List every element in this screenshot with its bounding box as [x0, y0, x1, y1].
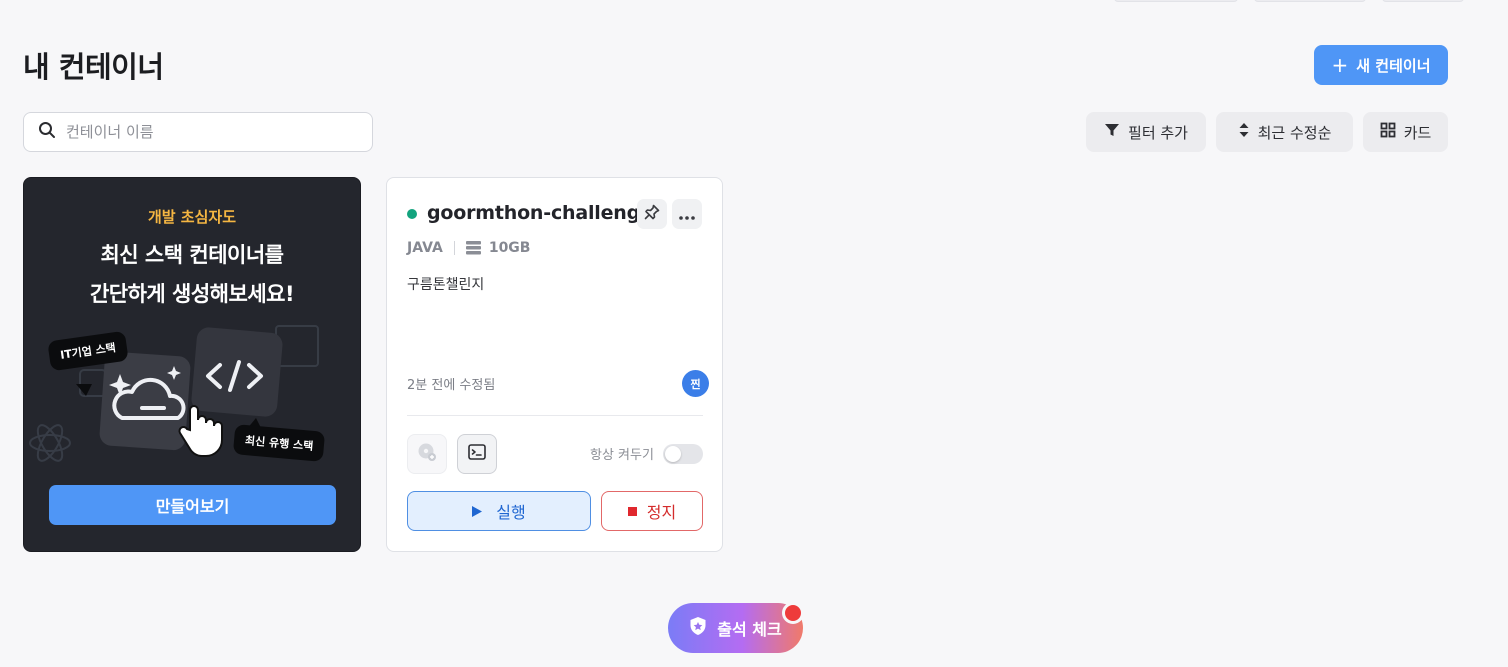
container-description: 구름톤챌린지 — [407, 277, 485, 293]
view-mode-button[interactable]: 카드 — [1363, 112, 1448, 152]
meta-divider — [453, 241, 455, 255]
more-button[interactable] — [672, 199, 702, 229]
promo-headline: 최신 스택 컨테이너를 간단하게 생성해보세요! — [24, 236, 360, 314]
terminal-icon — [468, 444, 486, 464]
promo-headline-line: 최신 스택 컨테이너를 — [100, 243, 284, 267]
search-input[interactable] — [66, 123, 346, 141]
always-on-toggle[interactable] — [663, 444, 703, 464]
disc-icon — [417, 442, 437, 466]
stop-icon — [627, 506, 637, 516]
storage-label: 10GB — [488, 240, 531, 256]
top-toolbar-button[interactable] — [1254, 0, 1366, 2]
always-on-label: 항상 켜두기 — [590, 448, 654, 463]
sort-label: 최근 수정순 — [1257, 123, 1332, 142]
owner-avatar: 찐 — [682, 370, 709, 397]
stack-label: JAVA — [407, 240, 443, 256]
add-port-button[interactable] — [407, 434, 447, 474]
container-card[interactable]: goormthon-challenge JAVA 10GB 구름톤챌린지 2분 … — [386, 177, 723, 552]
filter-button[interactable]: 필터 추가 — [1086, 112, 1206, 152]
new-container-label: 새 컨테이너 — [1356, 56, 1431, 75]
toggle-knob — [665, 446, 681, 462]
filter-icon — [1104, 122, 1120, 142]
promo-create-button[interactable]: 만들어보기 — [49, 485, 336, 525]
page-title: 내 컨테이너 — [23, 50, 164, 84]
container-name[interactable]: goormthon-challenge — [427, 202, 653, 224]
status-indicator — [407, 209, 417, 219]
search-box[interactable] — [23, 112, 373, 152]
grid-icon — [1380, 122, 1396, 142]
shield-star-icon — [689, 616, 707, 640]
terminal-button[interactable] — [457, 434, 497, 474]
filter-label: 필터 추가 — [1128, 123, 1188, 142]
play-icon — [472, 502, 483, 521]
promo-headline-line: 간단하게 생성해보세요! — [89, 282, 295, 306]
run-label: 실행 — [496, 503, 526, 522]
container-meta: JAVA 10GB — [407, 240, 530, 256]
stop-button[interactable]: 정지 — [601, 491, 703, 531]
search-icon — [38, 121, 56, 143]
promo-eyebrow: 개발 초심자도 — [147, 208, 237, 226]
run-button[interactable]: 실행 — [407, 491, 591, 531]
sort-icon — [1238, 122, 1250, 142]
pin-button[interactable] — [637, 199, 667, 229]
sort-button[interactable]: 최근 수정순 — [1216, 112, 1353, 152]
stop-label: 정지 — [646, 503, 677, 522]
more-icon — [679, 205, 695, 224]
attendance-label: 출석 체크 — [717, 620, 782, 639]
card-divider — [407, 415, 703, 416]
view-mode-label: 카드 — [1403, 123, 1432, 142]
top-toolbar-button[interactable] — [1114, 0, 1238, 2]
top-toolbar-button[interactable] — [1382, 0, 1464, 2]
new-container-button[interactable]: + 새 컨테이너 — [1314, 45, 1448, 85]
plus-icon: + — [1331, 53, 1349, 77]
pin-icon — [644, 204, 660, 224]
modified-time: 2분 전에 수정됨 — [407, 378, 496, 393]
notification-dot — [782, 602, 804, 624]
promo-card: 개발 초심자도 최신 스택 컨테이너를 간단하게 생성해보세요! IT기업 스택… — [23, 177, 361, 552]
server-icon — [465, 241, 481, 255]
